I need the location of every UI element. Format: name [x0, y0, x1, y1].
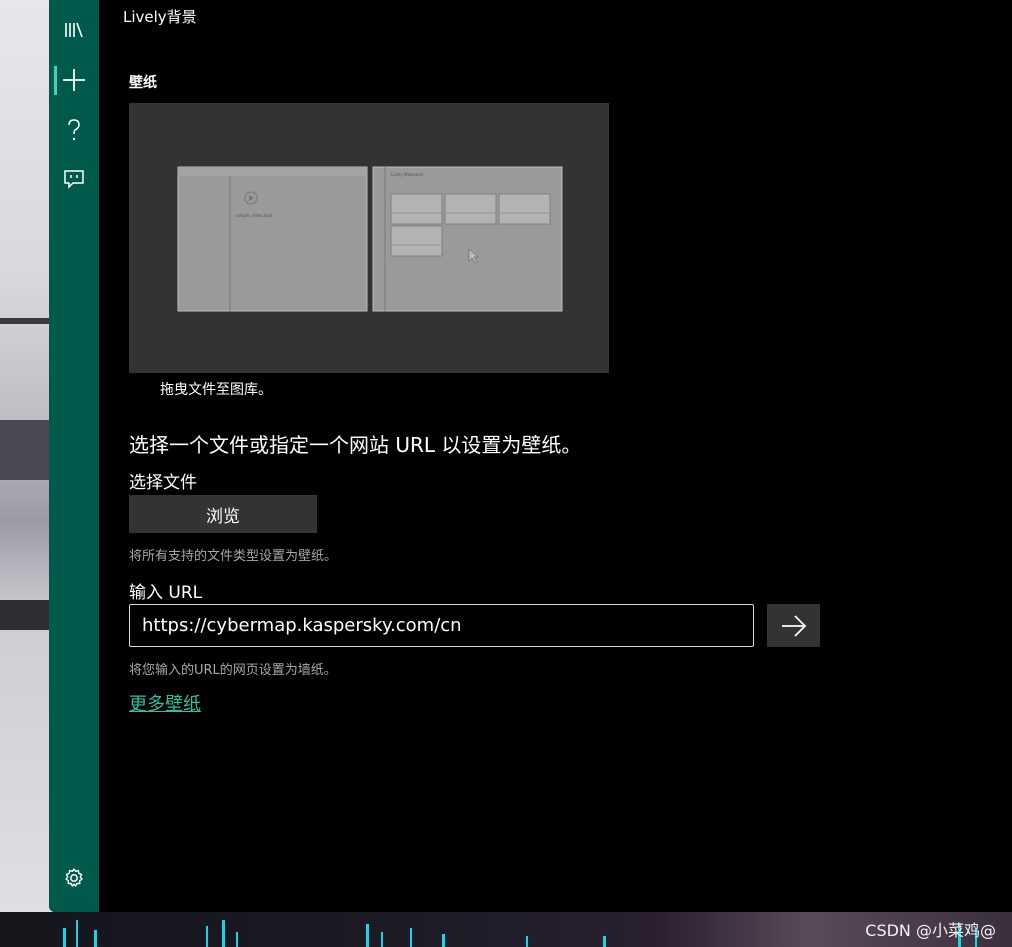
help-icon: [68, 119, 80, 141]
feedback-icon: [64, 170, 84, 189]
section-title: 壁纸: [129, 75, 157, 91]
watermark-text: CSDN @小菜鸡@: [865, 921, 996, 940]
nav-library-button[interactable]: [49, 8, 99, 52]
submit-url-button[interactable]: [767, 604, 820, 647]
more-wallpapers-link[interactable]: 更多壁纸: [129, 690, 201, 716]
url-input[interactable]: [129, 604, 754, 647]
app-window: Lively背景 壁纸 sample_video.mp4 Lively Wall…: [49, 0, 1012, 912]
equalizer-decoration: [63, 920, 977, 947]
page-instruction: 选择一个文件或指定一个网站 URL 以设置为壁纸。: [129, 433, 582, 457]
nav-add-wallpaper-button[interactable]: [49, 58, 99, 102]
navigation-rail: [49, 0, 99, 912]
nav-help-button[interactable]: [49, 108, 99, 152]
url-hint: 将您输入的URL的网页设置为墙纸。: [129, 663, 337, 678]
desktop-stripe: [0, 420, 52, 480]
browse-hint: 将所有支持的文件类型设置为壁纸。: [129, 549, 338, 564]
url-label: 输入 URL: [129, 583, 203, 603]
nav-feedback-button[interactable]: [49, 157, 99, 201]
arrow-right-icon: [781, 614, 806, 637]
settings-icon: [65, 868, 83, 887]
browse-button[interactable]: 浏览: [129, 495, 317, 533]
preview-window-title: Lively Wallpaper: [391, 172, 424, 177]
nav-settings-button[interactable]: [49, 856, 99, 900]
add-icon: [63, 69, 85, 91]
desktop-stripe: [0, 600, 52, 630]
main-content: 壁纸 sample_video.mp4 Lively Wallpaper 拖曳文…: [129, 0, 1009, 912]
preview-file-name: sample_video.mp4: [235, 213, 273, 218]
drag-drop-illustration: sample_video.mp4 Lively Wallpaper: [177, 166, 563, 312]
desktop-stripe: [0, 318, 52, 324]
choose-file-label: 选择文件: [129, 473, 197, 493]
preview-caption: 拖曳文件至图库。: [160, 382, 272, 398]
drag-drop-preview[interactable]: sample_video.mp4 Lively Wallpaper: [129, 103, 609, 373]
library-icon: [65, 22, 83, 38]
